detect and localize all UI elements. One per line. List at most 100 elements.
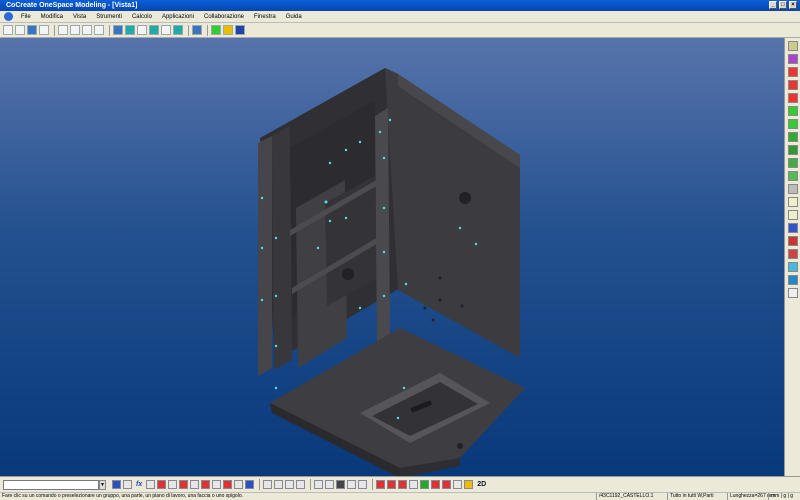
status-units: mm | g | g [768,493,793,500]
scale-tool-icon[interactable] [296,480,306,489]
cut-icon[interactable] [82,25,92,35]
measure-icon[interactable] [787,223,798,233]
properties-icon[interactable] [787,288,798,298]
undo-icon[interactable] [123,480,132,489]
menu-guida[interactable]: Guida [281,14,307,20]
new-file-icon[interactable] [3,25,13,35]
paste-icon[interactable] [70,25,80,35]
toolbar-separator [259,479,261,490]
preview-icon[interactable] [94,25,104,35]
pattern-icon[interactable] [212,480,222,489]
rectangle-icon[interactable] [787,106,798,116]
pan-tool-icon[interactable] [358,480,368,489]
cursor-icon[interactable] [336,480,346,489]
toolbar-separator [188,24,189,36]
pan-icon[interactable] [137,25,147,35]
mirror-icon[interactable] [201,480,211,489]
menu-vista[interactable]: Vista [68,14,91,20]
grid-icon[interactable] [787,54,798,64]
cross-icon[interactable] [787,93,798,103]
select-part-icon[interactable] [211,25,221,35]
pointer-icon[interactable] [325,480,335,489]
copy-icon[interactable] [58,25,68,35]
section-icon[interactable] [409,480,419,489]
select-icon[interactable] [112,480,121,489]
fx-button[interactable]: fx [136,481,142,488]
arc-icon[interactable] [787,80,798,90]
paste-tool-icon[interactable] [274,480,284,489]
fillet-icon[interactable] [787,145,798,155]
part-icon[interactable] [787,262,798,272]
status-message: Fare clic su un comando o preselezionare… [2,493,243,499]
command-input[interactable] [3,479,99,490]
toolbar-separator [54,24,55,36]
fit-view-icon[interactable] [113,25,123,35]
3d-viewport[interactable] [0,38,784,476]
menu-applicazioni[interactable]: Applicazioni [157,14,199,20]
view-front-icon[interactable] [161,25,171,35]
menu-finestra[interactable]: Finestra [249,14,281,20]
offset-icon[interactable] [190,480,200,489]
move-tool-icon[interactable] [285,480,295,489]
window-title: CoCreate OneSpace Modeling - [Vista1] [6,2,138,9]
drawing-icon[interactable] [453,480,463,489]
open-folder-icon[interactable] [15,25,25,35]
mode-2d-button[interactable]: 2D [477,481,486,488]
toolbar-separator [372,479,374,490]
thread-icon[interactable] [387,480,397,489]
revolve-icon[interactable] [787,132,798,142]
layer-icon[interactable] [245,480,255,489]
shell-icon[interactable] [787,171,798,181]
hole-icon[interactable] [376,480,386,489]
zoom-icon[interactable] [125,25,135,35]
toolbar-separator [207,24,208,36]
assembly-icon[interactable] [787,275,798,285]
circle-tool-icon[interactable] [157,480,167,489]
rotate-icon[interactable] [149,25,159,35]
maximize-button[interactable]: □ [779,1,787,9]
blend-icon[interactable] [787,184,798,194]
close-button[interactable]: × [789,1,797,9]
command-dropdown-icon[interactable]: ▼ [99,479,106,490]
folder-browse-icon[interactable] [223,25,233,35]
minimize-button[interactable]: _ [769,1,777,9]
title-bar: CoCreate OneSpace Modeling - [Vista1] _ … [0,0,800,11]
note-icon[interactable] [787,210,798,220]
bottom-toolbar: ▼ fx 2D [0,476,800,492]
cad-model-render [258,68,525,476]
main-toolbar [0,23,800,38]
info-icon[interactable] [192,25,202,35]
print-icon[interactable] [39,25,49,35]
arc-tool-icon[interactable] [168,480,178,489]
dimension-icon[interactable] [223,480,233,489]
delete-icon[interactable] [787,236,798,246]
boolean-icon[interactable] [787,249,798,259]
gear-icon[interactable] [442,480,452,489]
toolbar-separator [109,24,110,36]
save-all-icon[interactable] [235,25,245,35]
trim-icon[interactable] [179,480,189,489]
extrude-icon[interactable] [787,119,798,129]
view-iso-icon[interactable] [173,25,183,35]
line-tool-icon[interactable] [146,480,156,489]
cancel-icon[interactable] [431,480,441,489]
menu-collaborazione[interactable]: Collaborazione [199,14,249,20]
chamfer-icon[interactable] [787,158,798,168]
copy-tool-icon[interactable] [263,480,273,489]
sheet-icon[interactable] [787,197,798,207]
menu-file[interactable]: File [16,14,36,20]
arrow-right-icon[interactable] [787,41,798,51]
cut-tool-icon[interactable] [398,480,408,489]
menu-calcolo[interactable]: Calcolo [127,14,157,20]
menu-modifica[interactable]: Modifica [36,14,68,20]
constraint-icon[interactable] [234,480,244,489]
save-icon[interactable] [27,25,37,35]
check-icon[interactable] [420,480,430,489]
status-part: /43C1192_CASTELLO.1 [596,493,653,500]
menu-strumenti[interactable]: Strumenti [91,14,127,20]
zoom-tool-icon[interactable] [347,480,357,489]
line-icon[interactable] [787,67,798,77]
lock-icon[interactable] [464,480,474,489]
menu-bar: File Modifica Vista Strumenti Calcolo Ap… [0,11,800,23]
arrow-icon[interactable] [314,480,324,489]
